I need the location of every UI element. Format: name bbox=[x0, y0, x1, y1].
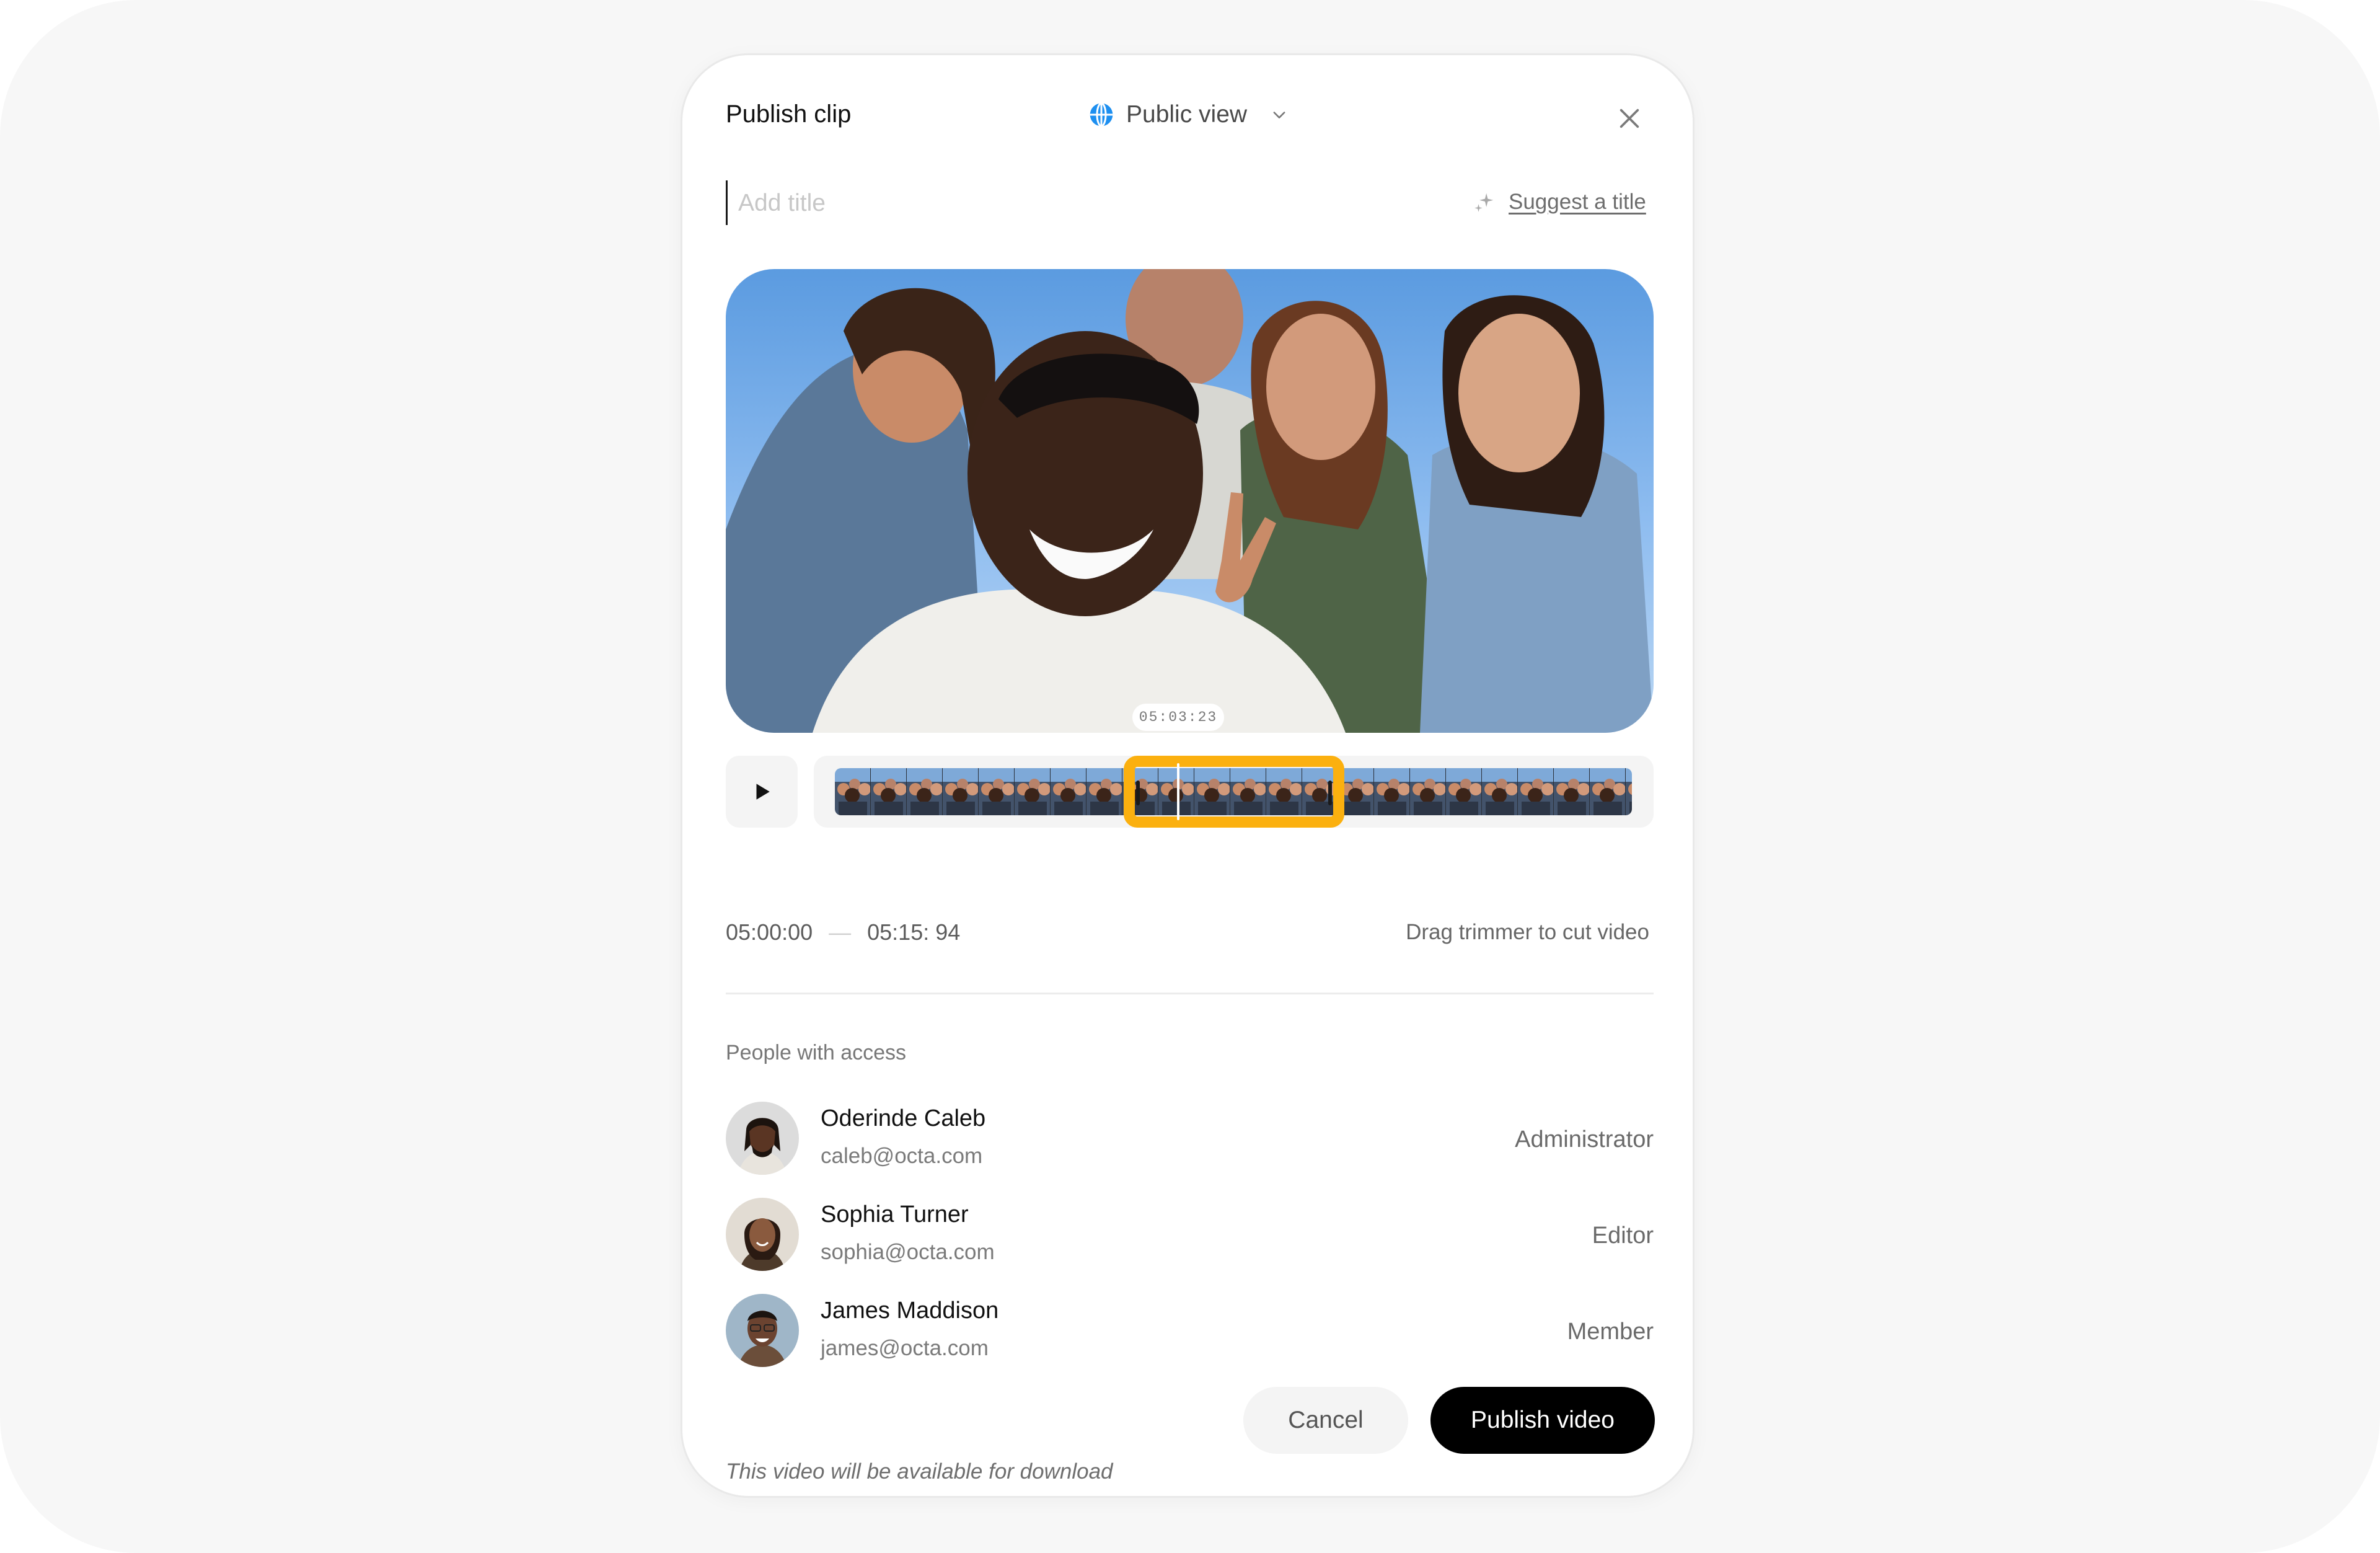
avatar bbox=[726, 1198, 799, 1271]
play-icon bbox=[751, 781, 772, 802]
avatar bbox=[726, 1102, 799, 1175]
suggest-title-link[interactable]: Suggest a title bbox=[1473, 187, 1646, 218]
suggest-title-label: Suggest a title bbox=[1509, 190, 1646, 214]
sparkle-icon bbox=[1473, 190, 1496, 214]
publish-video-button[interactable]: Publish video bbox=[1430, 1387, 1655, 1454]
role-selector[interactable]: Editor bbox=[1592, 1223, 1654, 1249]
publish-clip-dialog: Publish clip Public view Suggest bbox=[681, 53, 1695, 1498]
timeline-track[interactable] bbox=[814, 756, 1654, 828]
person-name: Oderinde Caleb bbox=[821, 1105, 986, 1131]
trim-start-time: 05:00:00 bbox=[726, 919, 813, 945]
visibility-dropdown[interactable]: Public view bbox=[1089, 100, 1288, 130]
access-list-item: Sophia Turner sophia@octa.com Editor bbox=[726, 1198, 1654, 1273]
trim-hint: Drag trimmer to cut video bbox=[1406, 920, 1649, 944]
role-selector[interactable]: Member bbox=[1567, 1319, 1654, 1345]
title-field bbox=[726, 180, 1284, 225]
trim-range: 05:00:00 — 05:15: 94 bbox=[726, 919, 961, 945]
close-icon[interactable] bbox=[1617, 106, 1642, 131]
globe-icon bbox=[1089, 102, 1114, 127]
visibility-label: Public view bbox=[1126, 101, 1248, 128]
person-email: caleb@octa.com bbox=[821, 1144, 983, 1168]
chevron-down-icon bbox=[1271, 106, 1288, 123]
person-email: sophia@octa.com bbox=[821, 1240, 995, 1264]
trim-end-time: 05:15: 94 bbox=[867, 919, 961, 945]
download-note: This video will be available for downloa… bbox=[726, 1459, 1113, 1484]
title-input[interactable] bbox=[737, 185, 1272, 221]
play-button[interactable] bbox=[726, 756, 798, 828]
access-section-label: People with access bbox=[726, 1041, 907, 1064]
trim-selection[interactable] bbox=[1124, 756, 1344, 828]
access-list-item: Oderinde Caleb caleb@octa.com Administra… bbox=[726, 1102, 1654, 1177]
person-email: james@octa.com bbox=[821, 1336, 989, 1360]
role-selector[interactable]: Administrator bbox=[1515, 1126, 1654, 1153]
cancel-button[interactable]: Cancel bbox=[1243, 1387, 1408, 1454]
dialog-title: Publish clip bbox=[726, 100, 852, 128]
playhead[interactable] bbox=[1177, 763, 1179, 820]
current-time-badge: 05:03:23 bbox=[1132, 704, 1224, 731]
person-name: Sophia Turner bbox=[821, 1201, 969, 1228]
person-name: James Maddison bbox=[821, 1298, 999, 1324]
trim-separator: — bbox=[829, 919, 852, 945]
trim-start-handle[interactable] bbox=[1136, 781, 1140, 805]
divider bbox=[726, 993, 1654, 994]
text-caret bbox=[726, 180, 728, 225]
trim-end-handle[interactable] bbox=[1328, 781, 1332, 805]
access-list-item: James Maddison james@octa.com Member bbox=[726, 1294, 1654, 1369]
avatar bbox=[726, 1294, 799, 1367]
video-preview[interactable] bbox=[726, 269, 1654, 733]
